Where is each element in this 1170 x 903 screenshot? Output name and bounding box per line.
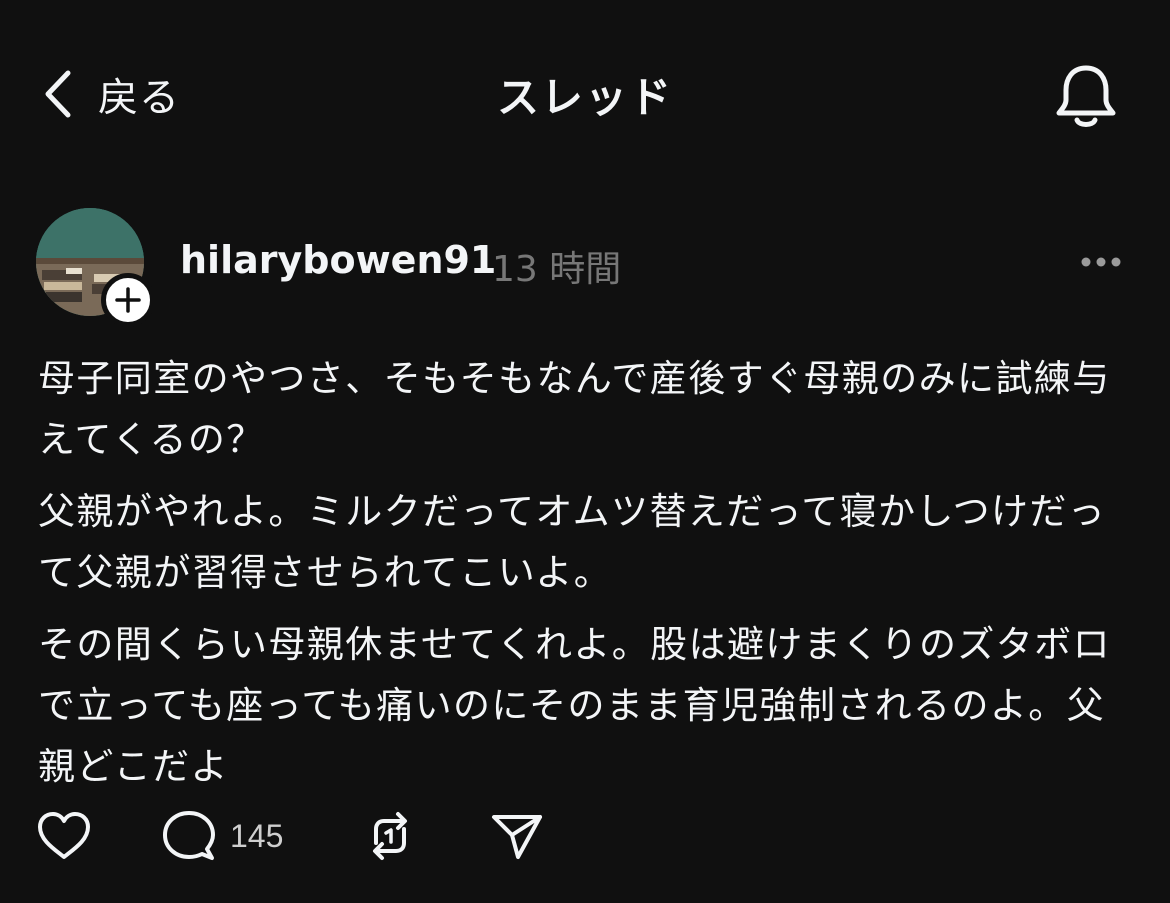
top-bar: 戻る スレッド (0, 0, 1170, 190)
username[interactable]: hilarybowen91 (180, 238, 496, 282)
more-options-button[interactable] (1076, 242, 1126, 282)
share-button[interactable] (490, 808, 544, 864)
reply-count: 145 (230, 817, 284, 854)
comment-icon (162, 809, 216, 863)
repost-button[interactable] (364, 808, 416, 864)
send-icon (490, 809, 544, 863)
post-paragraph: その間くらい母親休ませてくれよ。股は避けまくりのズタボロで立っても座っても痛いの… (38, 623, 1111, 788)
more-horizontal-icon (1076, 257, 1126, 286)
like-button[interactable] (36, 808, 92, 864)
post-body: 母子同室のやつさ、そもそもなんで産後すぐ母親のみに試練与えてくるの？ 父親がやれ… (38, 348, 1133, 808)
post-paragraph: 父親がやれよ。ミルクだってオムツ替えだって寝かしつけだって父親が習得させられてこ… (38, 490, 1107, 594)
post-timestamp: 13 時間 (492, 249, 622, 290)
repost-icon (364, 809, 416, 863)
follow-button[interactable] (101, 273, 155, 327)
heart-icon (36, 810, 92, 862)
page-title: スレッド (496, 73, 673, 122)
bell-icon (1050, 65, 1122, 136)
notifications-button[interactable] (1050, 60, 1122, 132)
post-paragraph: 母子同室のやつさ、そもそもなんで産後すぐ母親のみに試練与えてくるの？ (38, 357, 1111, 461)
reply-button[interactable]: 145 (162, 808, 283, 864)
